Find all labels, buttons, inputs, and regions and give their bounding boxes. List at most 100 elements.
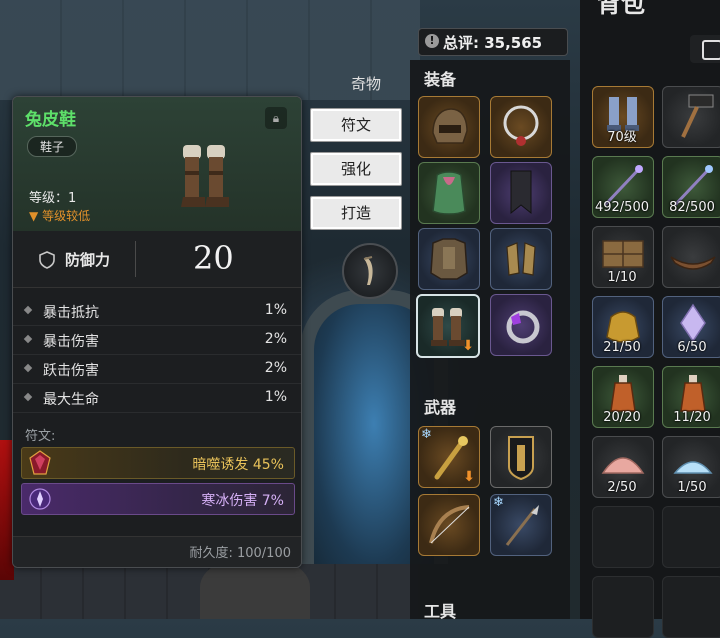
level-warning: ▼ 等级较低 bbox=[29, 207, 90, 224]
equip-slot-chest[interactable] bbox=[418, 228, 480, 290]
backpack-slot-empty[interactable] bbox=[662, 576, 720, 638]
tools-section-label: 工具 bbox=[424, 602, 457, 621]
weapon-slot-spear[interactable]: ❄ bbox=[490, 494, 552, 556]
shield-weapon-icon bbox=[508, 436, 534, 481]
enhance-button[interactable]: 强化 bbox=[310, 152, 402, 186]
boat-icon bbox=[670, 256, 716, 270]
upgrade-arrow-icon: ⬇ bbox=[462, 338, 474, 354]
rune-row[interactable]: 寒冰伤害 7% bbox=[21, 483, 295, 515]
backpack-slot-potion-a[interactable]: 20/20 bbox=[592, 366, 654, 428]
hammer-icon bbox=[681, 94, 714, 138]
defense-value: 20 bbox=[193, 239, 234, 277]
stat-row: 暴击伤害 2% bbox=[13, 326, 301, 355]
durability-text: 耐久度: 100/100 bbox=[189, 546, 291, 561]
curio-horn-icon bbox=[363, 256, 373, 285]
item-tooltip-card: 兔皮鞋 🔒︎ 鞋子 等级：1 ▼ 等级较低 防御力 20 暴击抵抗 1% 暴击伤… bbox=[12, 96, 302, 568]
diamond-icon bbox=[23, 363, 33, 373]
backpack-slot-crystal[interactable]: 6/50 bbox=[662, 296, 720, 358]
craft-button[interactable]: 打造 bbox=[310, 196, 402, 230]
ring-icon bbox=[506, 310, 540, 344]
stat-name: 跃击伤害 bbox=[43, 363, 99, 379]
item-quantity: 492/500 bbox=[594, 200, 649, 215]
gear-score: ! 总评: 35,565 bbox=[418, 28, 568, 56]
stat-value: 1% bbox=[264, 302, 287, 318]
boots-icon bbox=[181, 145, 229, 207]
item-name: 兔皮鞋 bbox=[25, 110, 76, 130]
stat-value: 2% bbox=[264, 360, 287, 376]
backpack-slot-empty[interactable] bbox=[592, 506, 654, 568]
backpack-slot-gold-pouch[interactable]: 21/50 bbox=[592, 296, 654, 358]
gauntlets-icon bbox=[506, 242, 536, 276]
lock-icon[interactable]: 🔒︎ bbox=[265, 107, 287, 129]
backpack-slot-ice-shard[interactable]: 1/50 bbox=[662, 436, 720, 498]
stat-name: 最大生命 bbox=[43, 392, 99, 408]
curio-label: 奇物 bbox=[351, 75, 382, 93]
helmet-icon bbox=[432, 108, 468, 144]
divider bbox=[135, 241, 136, 277]
down-arrow-icon: ▼ bbox=[29, 209, 39, 223]
backpack-slot-staff-b[interactable]: 82/500 bbox=[662, 156, 720, 218]
item-tooltip-header: 兔皮鞋 🔒︎ 鞋子 等级：1 ▼ 等级较低 bbox=[13, 97, 301, 231]
item-quantity: 11/20 bbox=[673, 410, 711, 425]
purple-gem-icon bbox=[29, 488, 51, 510]
item-type-tag: 鞋子 bbox=[27, 136, 78, 157]
equip-slot-gauntlets[interactable] bbox=[490, 228, 552, 290]
rune-text: 暗噬诱发 45% bbox=[192, 457, 284, 473]
stat-row: 暴击抵抗 1% bbox=[13, 297, 301, 326]
equip-slot-helmet[interactable] bbox=[418, 96, 480, 158]
backpack-slot-hammer[interactable] bbox=[662, 86, 720, 148]
backpack-slot-potion-b[interactable]: 11/20 bbox=[662, 366, 720, 428]
backpack-slot-staff-a[interactable]: 492/500 bbox=[592, 156, 654, 218]
backpack-slot-empty[interactable] bbox=[662, 506, 720, 568]
red-gem-icon bbox=[29, 450, 51, 475]
backpack-title: 背包 bbox=[597, 0, 645, 18]
item-quantity: 1/50 bbox=[677, 480, 707, 495]
necklace-icon bbox=[503, 105, 539, 146]
weapons-section-label: 武器 bbox=[424, 398, 457, 417]
bow-icon bbox=[429, 505, 470, 544]
diamond-icon bbox=[23, 334, 33, 344]
backpack-tab[interactable] bbox=[690, 35, 720, 63]
weapon-slot-staff[interactable]: ❄ ⬇ bbox=[418, 426, 480, 488]
equip-slot-banner[interactable] bbox=[490, 162, 552, 224]
stat-name: 暴击伤害 bbox=[43, 334, 99, 350]
item-quantity: 2/50 bbox=[607, 480, 637, 495]
equip-slot-boots[interactable]: ⬇ bbox=[416, 294, 480, 358]
backpack-slot-planks[interactable]: 1/10 bbox=[592, 226, 654, 288]
equip-slot-necklace[interactable] bbox=[490, 96, 552, 158]
info-icon[interactable]: ! bbox=[425, 34, 439, 48]
defense-label: 防御力 bbox=[65, 251, 111, 269]
item-quantity: 1/10 bbox=[607, 270, 637, 285]
curio-slot[interactable] bbox=[342, 243, 398, 299]
weapon-slot-shield[interactable] bbox=[490, 426, 552, 488]
chest-armor-icon bbox=[430, 238, 468, 280]
backpack-slot-empty[interactable] bbox=[592, 576, 654, 638]
diamond-icon bbox=[23, 305, 33, 315]
item-quantity: 70级 bbox=[607, 130, 637, 145]
equip-slot-cloak[interactable] bbox=[418, 162, 480, 224]
bag-icon bbox=[702, 40, 720, 60]
stat-row: 跃击伤害 2% bbox=[13, 355, 301, 384]
spear-icon bbox=[505, 505, 539, 546]
gear-score-text: 总评: 35,565 bbox=[443, 34, 543, 52]
item-quantity: 21/50 bbox=[603, 340, 641, 355]
weapon-slot-bow[interactable] bbox=[418, 494, 480, 556]
backpack-slot-boots[interactable]: 70级 bbox=[592, 86, 654, 148]
runes-label: 符文: bbox=[25, 429, 56, 444]
item-quantity: 6/50 bbox=[677, 340, 707, 355]
item-quantity: 20/20 bbox=[603, 410, 641, 425]
backpack-slot-shell[interactable]: 2/50 bbox=[592, 436, 654, 498]
rune-row[interactable]: 暗噬诱发 45% bbox=[21, 447, 295, 479]
rune-text: 寒冰伤害 7% bbox=[201, 493, 284, 509]
diamond-icon bbox=[23, 392, 33, 402]
stat-name: 暴击抵抗 bbox=[43, 305, 99, 321]
equip-slot-ring[interactable] bbox=[490, 294, 552, 356]
backpack-slot-boat[interactable] bbox=[662, 226, 720, 288]
rune-button[interactable]: 符文 bbox=[310, 108, 402, 142]
stat-list: 暴击抵抗 1% 暴击伤害 2% 跃击伤害 2% 最大生命 1% bbox=[13, 297, 301, 413]
upgrade-arrow-icon: ⬇ bbox=[463, 469, 475, 485]
item-level: 等级：1 bbox=[29, 191, 77, 206]
stat-value: 2% bbox=[264, 331, 287, 347]
level-warning-text: 等级较低 bbox=[42, 209, 91, 223]
defense-row: 防御力 20 bbox=[13, 231, 301, 288]
